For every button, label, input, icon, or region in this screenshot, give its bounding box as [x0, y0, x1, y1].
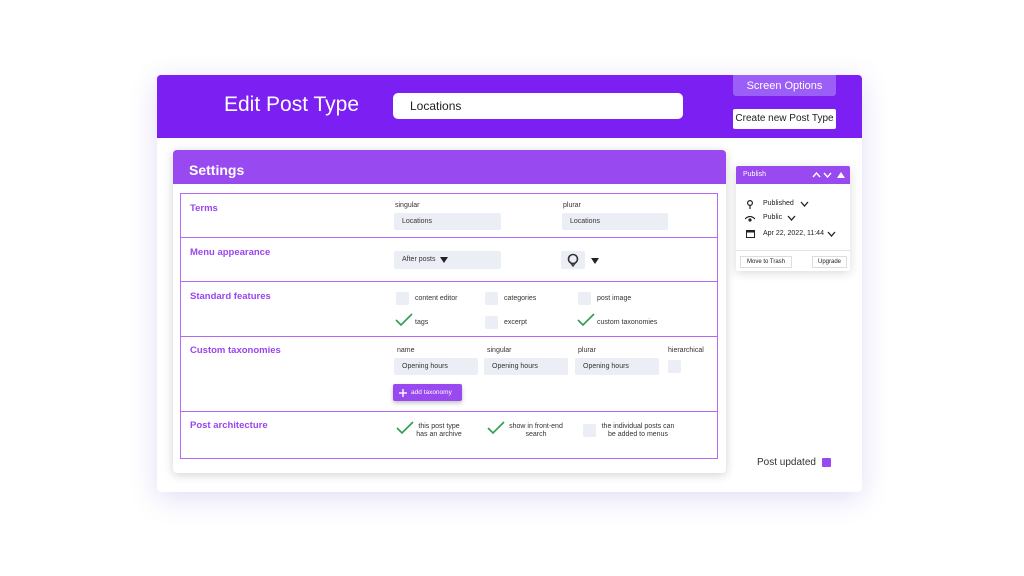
eye-icon	[745, 216, 755, 222]
map-pin-icon	[567, 253, 579, 267]
singular-label: singular	[395, 202, 420, 209]
header-bar: Edit Post Type Locations Screen Options …	[157, 75, 862, 138]
pin-icon	[747, 200, 753, 209]
tax-plural-input[interactable]: Opening hours	[575, 358, 659, 375]
plural-label: plurar	[563, 202, 581, 209]
chevron-down-icon[interactable]	[827, 231, 836, 237]
triangle-up-icon[interactable]	[837, 172, 845, 178]
status-message: Post updated	[757, 457, 816, 468]
page-title: Edit Post Type	[224, 93, 360, 116]
plus-icon	[399, 388, 407, 397]
menu-appearance-label: Menu appearance	[190, 247, 271, 258]
singular-input[interactable]: Locations	[394, 213, 501, 230]
menus-label: the individual posts can be added to men…	[601, 423, 675, 438]
publish-visibility: Public	[763, 214, 783, 221]
status-indicator	[822, 458, 831, 467]
tax-hierarchical-checkbox[interactable]	[668, 360, 681, 373]
add-taxonomy-button[interactable]: add taxonomy	[393, 384, 462, 401]
menu-icon-select[interactable]	[561, 251, 585, 269]
post-architecture-label: Post architecture	[190, 420, 268, 431]
content-editor-label: content editor	[415, 295, 458, 302]
publish-date: Apr 22, 2022, 11:44	[763, 230, 824, 237]
custom-taxonomies-label: custom taxonomies	[597, 319, 658, 326]
post-image-label: post image	[597, 295, 632, 302]
post-type-name-input[interactable]: Locations	[393, 93, 683, 119]
menu-position-value: After posts	[402, 256, 436, 263]
upgrade-button[interactable]: Upgrade	[812, 256, 847, 268]
menu-appearance-row: Menu appearance After posts	[181, 238, 717, 282]
tax-singular-input[interactable]: Opening hours	[484, 358, 568, 375]
menu-position-select[interactable]: After posts	[394, 251, 501, 269]
standard-features-label: Standard features	[190, 291, 271, 302]
post-image-checkbox[interactable]	[578, 292, 591, 305]
post-architecture-row: Post architecture this post type has an …	[181, 412, 717, 458]
tags-checkbox-checked[interactable]	[395, 313, 413, 327]
chevron-down-icon[interactable]	[787, 215, 796, 221]
tax-col-plural: plurar	[578, 347, 596, 354]
screen-options-button[interactable]: Screen Options	[733, 75, 836, 96]
settings-title: Settings	[189, 162, 245, 178]
add-taxonomy-label: add taxonomy	[411, 389, 452, 396]
tax-col-name: name	[397, 347, 415, 354]
chevron-down-icon[interactable]	[800, 201, 809, 207]
menus-checkbox[interactable]	[583, 424, 596, 437]
custom-taxonomies-row: Custom taxonomies name singular plurar h…	[181, 337, 717, 412]
search-label: show in front-end search	[509, 423, 563, 438]
plural-input[interactable]: Locations	[562, 213, 668, 230]
terms-row: Terms singular Locations plurar Location…	[181, 194, 717, 238]
settings-table: Terms singular Locations plurar Location…	[180, 193, 718, 459]
chevron-down-icon[interactable]	[823, 172, 832, 178]
archive-label: this post type has an archive	[416, 423, 462, 438]
excerpt-checkbox[interactable]	[485, 316, 498, 329]
tags-label: tags	[415, 319, 429, 326]
categories-label: categories	[504, 295, 537, 302]
publish-box: Publish Published Public Apr 22, 2022, 1…	[736, 166, 850, 271]
chevron-up-icon[interactable]	[812, 172, 821, 178]
search-checkbox-checked[interactable]	[487, 421, 505, 435]
create-post-type-button[interactable]: Create new Post Type	[733, 109, 836, 129]
caret-down-icon	[440, 257, 448, 263]
excerpt-label: excerpt	[504, 319, 527, 326]
publish-divider	[736, 250, 850, 251]
tax-name-input[interactable]: Opening hours	[394, 358, 478, 375]
content-editor-checkbox[interactable]	[396, 292, 409, 305]
publish-status: Published	[763, 200, 794, 207]
tax-col-singular: singular	[487, 347, 512, 354]
categories-checkbox[interactable]	[485, 292, 498, 305]
move-to-trash-button[interactable]: Move to Trash	[740, 256, 792, 268]
calendar-icon	[746, 230, 755, 238]
publish-title: Publish	[743, 171, 766, 178]
tax-col-hierarchical: hierarchical	[668, 347, 704, 354]
standard-features-row: Standard features content editor categor…	[181, 282, 717, 337]
custom-taxonomies-heading: Custom taxonomies	[190, 345, 281, 356]
settings-panel: Settings Terms singular Locations plurar…	[173, 150, 726, 473]
publish-header: Publish	[736, 166, 850, 184]
archive-checkbox-checked[interactable]	[396, 421, 414, 435]
settings-header: Settings	[173, 150, 726, 184]
terms-label: Terms	[190, 203, 218, 214]
caret-down-icon[interactable]	[591, 258, 599, 264]
custom-taxonomies-checkbox-checked[interactable]	[577, 313, 595, 327]
